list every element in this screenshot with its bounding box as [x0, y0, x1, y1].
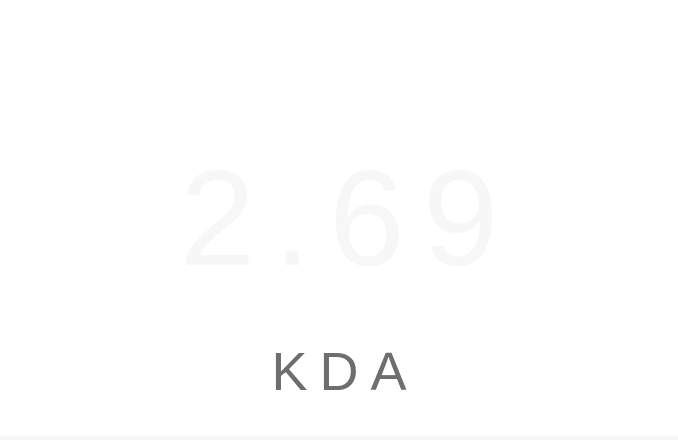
stat-label: KDA	[271, 342, 419, 402]
stat-value: 2.69	[179, 142, 517, 294]
kda-stat-card: 2.69 KDA	[0, 0, 678, 440]
bottom-divider	[0, 436, 678, 440]
